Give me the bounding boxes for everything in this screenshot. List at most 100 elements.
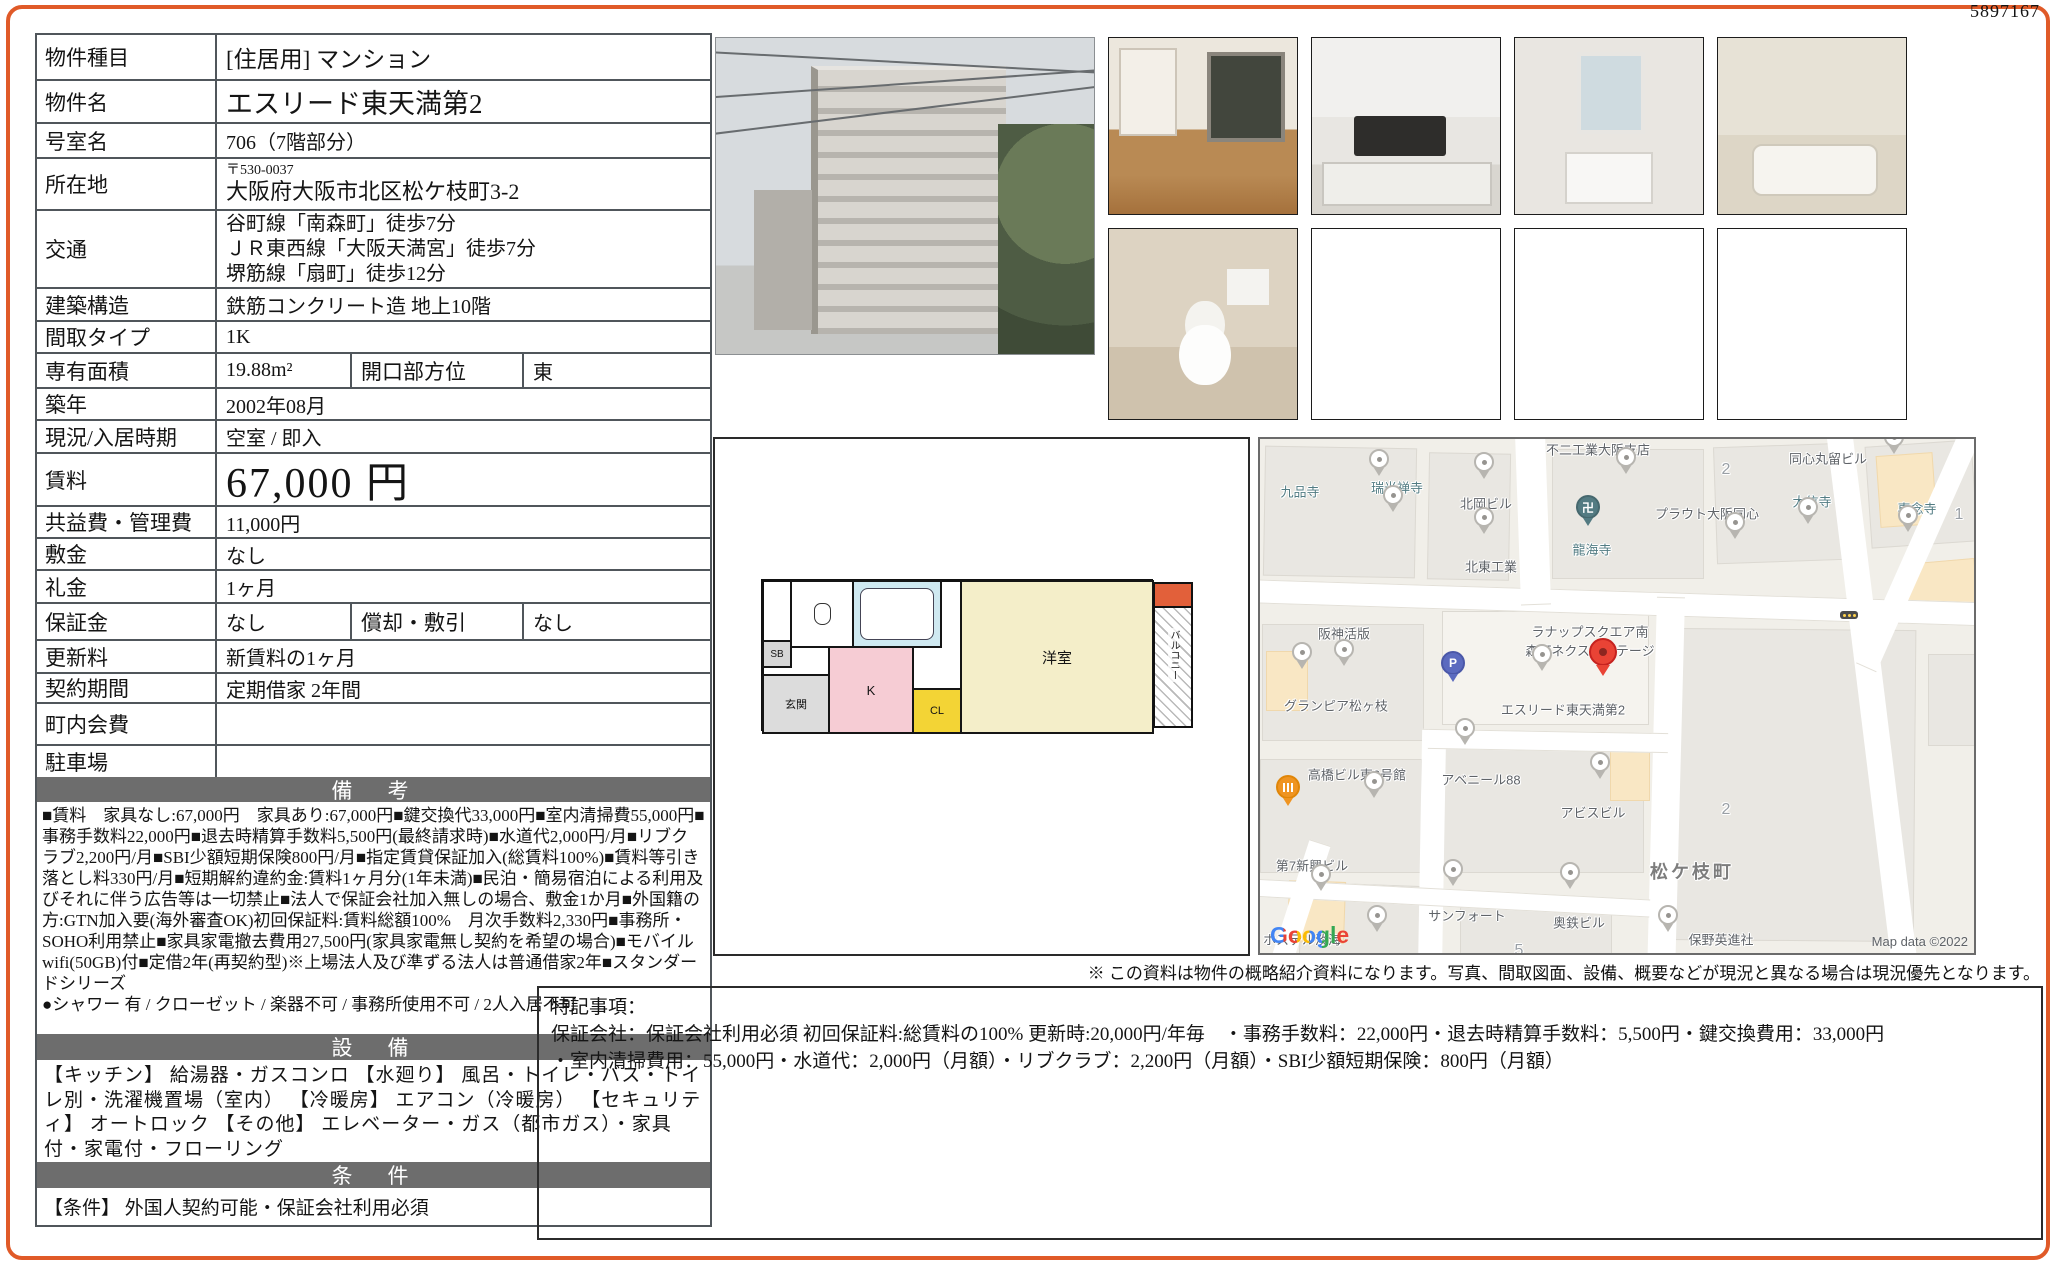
table-row: 契約期間定期借家 2年間 [37,672,710,702]
field-value [217,704,710,744]
gray-pin-icon [1311,864,1331,896]
table-row: 更新料新賃料の1ヶ月 [37,639,710,672]
map-place-label: 高橋ビル東6号館 [1308,765,1406,784]
map-place-label: 九品寺 [1280,482,1319,501]
field-value: なし [524,604,710,639]
table-row: 交通 谷町線「南森町」徒歩7分 ＪＲ東西線「大阪天満宮」徒歩7分 堺筋線「扇町」… [37,209,710,287]
field-value: 新賃料の1ヶ月 [217,641,710,672]
table-row: 礼金1ヶ月 [37,569,710,602]
field-label: 間取タイプ [37,322,217,352]
floor-plan-panel: SB 玄関 K CL 洋室 バルコニー [713,437,1250,956]
address: 大阪府大阪市北区松ケ枝町3-2 [226,179,519,204]
special-notes-line: ・室内清掃費用：55,000円・水道代：2,000円（月額）・リブクラブ：2,2… [551,1048,2029,1075]
empty-photo-cell [1311,228,1501,420]
field-value: [住居用] マンション [217,35,710,79]
map-place-label: 松ケ枝町 [1650,858,1734,884]
map-place-label: 北東工業 [1465,557,1517,576]
field-label: 物件名 [37,81,217,122]
transit-line: ＪＲ東西線「大阪天満宮」徒歩7分 [226,237,536,262]
table-row: 共益費・管理費11,000円 [37,505,710,537]
field-value: なし [217,539,710,569]
building-facade [811,66,1006,334]
entrance-area: 玄関 [762,674,830,734]
map-place-label: 2 [1722,461,1731,479]
balcony-area: バルコニー [1153,582,1193,728]
kitchen-area: K [828,646,914,734]
field-label: 建築構造 [37,289,217,320]
field-value: なし [217,604,352,639]
special-notes-line: 保証会社：保証会社利用必須 初回保証料:総賃料の100% 更新時:20,000円… [551,1021,2029,1048]
map-panel: 不二工業大阪支店同心丸留ビル2瑞光禅寺九品寺大信寺北岡ビル専念寺プラウト大阪同心… [1258,437,1976,955]
field-value: 鉄筋コンクリート造 地上10階 [217,289,710,320]
gray-pin-icon [1532,644,1552,676]
table-row: 町内会費 [37,702,710,744]
gray-pin-icon [1590,752,1610,784]
remarks-paragraph: ■賃料 家具なし:67,000円 家具あり:67,000円■鍵交換代33,000… [42,805,705,994]
toilet-icon [814,603,831,625]
map-place-label: 1 [1955,506,1964,524]
field-value: エスリード東天満第2 [217,81,710,122]
field-label: 保証金 [37,604,217,639]
field-label: 号室名 [37,124,217,157]
field-label: 償却・敷引 [352,604,524,639]
field-label: 所在地 [37,159,217,209]
map-place-label: 龍海寺 [1572,540,1611,559]
field-label: 敷金 [37,539,217,569]
transit-line: 谷町線「南森町」徒歩7分 [226,212,456,237]
map-place-label: 5 [1515,942,1524,955]
field-value: 空室 / 即入 [217,421,710,452]
table-row: 敷金なし [37,537,710,569]
field-value: 19.88m² [217,354,352,387]
field-value: 谷町線「南森町」徒歩7分 ＪＲ東西線「大阪天満宮」徒歩7分 堺筋線「扇町」徒歩1… [217,211,710,287]
table-row: 物件名エスリード東天満第2 [37,79,710,122]
map-place-label: 奥鉄ビル [1553,913,1605,932]
washroom-photo [1514,37,1704,215]
table-row: 保証金 なし 償却・敷引 なし [37,602,710,639]
kitchen-photo [1311,37,1501,215]
gray-pin-icon [1658,905,1678,937]
gray-pin-icon [1369,449,1389,481]
field-value: 1ヶ月 [217,571,710,602]
field-label: 専有面積 [37,354,217,387]
gray-pin-icon [1443,859,1463,891]
gray-pin-icon [1364,771,1384,803]
map-place-label: アビスビル [1560,803,1625,822]
bath-room [852,580,942,648]
gray-pin-icon [1560,862,1580,894]
bathroom-photo [1717,37,1907,215]
field-label: 礼金 [37,571,217,602]
field-label: 交通 [37,211,217,287]
postal-code: 〒530-0037 [226,163,294,179]
field-label: 駐車場 [37,746,217,777]
shoebox-label: SB [762,640,792,668]
field-value: 1K [217,322,710,352]
gray-pin-icon [1292,642,1312,674]
gray-pin-icon [1383,485,1403,517]
table-row: 専有面積 19.88m² 開口部方位 東 [37,352,710,387]
property-location-pin-icon [1589,638,1617,681]
closet-area: CL [912,688,962,734]
table-row: 物件種目[住居用] マンション [37,35,710,79]
gray-pin-icon [1616,447,1636,479]
neighbor-building [754,190,812,330]
gray-pin-icon [1334,639,1354,671]
toilet-photo [1108,228,1298,420]
floor-plan-drawing: SB 玄関 K CL 洋室 [761,579,1153,731]
table-row: 賃料67,000 円 [37,452,710,505]
field-label: 町内会費 [37,704,217,744]
bathtub-icon [860,588,934,640]
field-value: 東 [524,354,710,387]
building-exterior-photo [715,37,1095,355]
map-place-label: アベニール88 [1441,770,1520,789]
signal-pin-icon [1840,611,1858,619]
field-value: 706（7階部分） [217,124,710,157]
table-row: 築年2002年08月 [37,387,710,419]
field-value: 11,000円 [217,507,710,537]
field-label: 共益費・管理費 [37,507,217,537]
gray-pin-icon [1474,452,1494,484]
gray-pin-icon [1455,718,1475,750]
table-row: 号室名706（7階部分） [37,122,710,157]
field-value: 定期借家 2年間 [217,674,710,702]
map-place-label: エスリード東天満第2 [1501,700,1625,719]
gray-pin-icon [1798,497,1818,529]
